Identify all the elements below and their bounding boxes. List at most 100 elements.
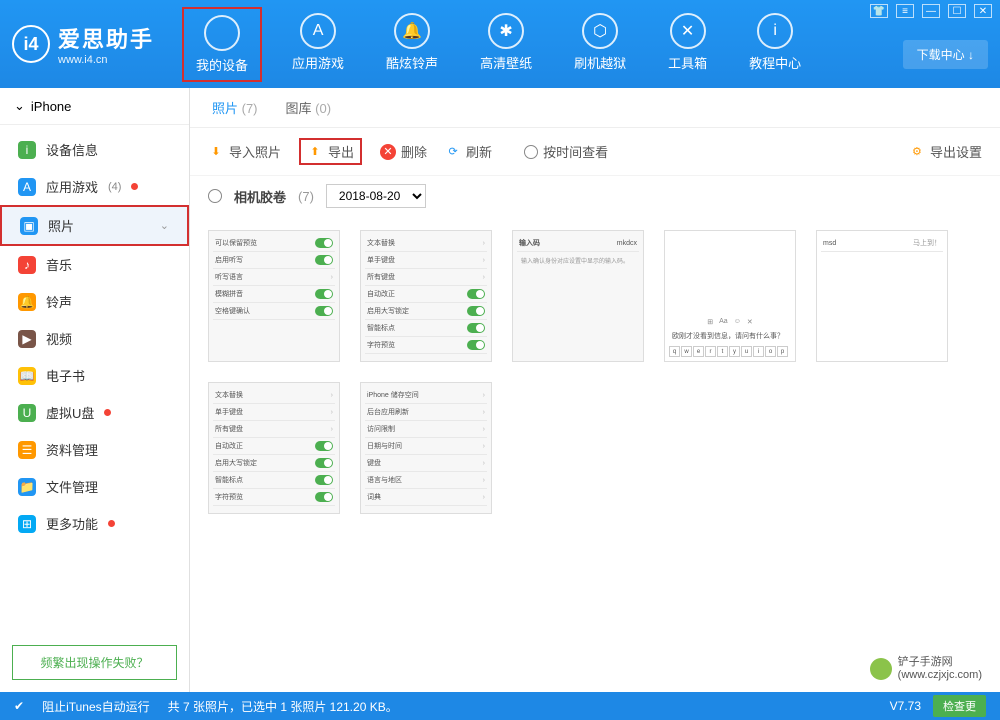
status-bar: ✔ 阻止iTunes自动运行 共 7 张照片，已选中 1 张照片 121.20 … (0, 692, 1000, 720)
nav-label: 应用游戏 (292, 53, 344, 72)
sidebar-icon: A (18, 178, 36, 196)
nav-icon: A (300, 13, 336, 49)
photo-thumb[interactable]: 文本替换›单手键盘›所有键盘›自动改正启用大写锁定智能标点字符预览 (208, 382, 340, 514)
delete-label: 删除 (401, 142, 427, 161)
close-button[interactable]: ✕ (974, 4, 992, 18)
nav-icon (204, 15, 240, 51)
nav-icon: ✱ (488, 13, 524, 49)
sidebar-item-应用游戏[interactable]: A 应用游戏 (4) (0, 168, 189, 205)
download-center-button[interactable]: 下载中心 ↓ (903, 40, 988, 69)
device-name: iPhone (31, 99, 71, 114)
sidebar-item-虚拟U盘[interactable]: U 虚拟U盘 (0, 394, 189, 431)
export-icon: ⬆ (307, 144, 323, 160)
sidebar-icon: ▶ (18, 330, 36, 348)
main-nav: 我的设备 A 应用游戏 🔔酷炫铃声 ✱ 高清壁纸 ⬡刷机越狱 ✕工具箱 i教程中心 (182, 7, 813, 82)
refresh-label: 刷新 (466, 142, 492, 161)
version-label: V7.73 (890, 699, 921, 713)
sidebar-label: 电子书 (46, 366, 85, 385)
window-controls: 👕 ≡ — ☐ ✕ (870, 4, 992, 18)
sidebar-label: 更多功能 (46, 514, 98, 533)
nav-label: 刷机越狱 (574, 53, 626, 72)
import-photos-button[interactable]: ⬇ 导入照片 (208, 142, 281, 161)
sidebar-label: 应用游戏 (46, 177, 98, 196)
sidebar-icon: ▣ (20, 217, 38, 235)
sidebar-icon: ⊞ (18, 515, 36, 533)
maximize-button[interactable]: ☐ (948, 4, 966, 18)
operation-fail-help-button[interactable]: 频繁出现操作失败？ (12, 645, 177, 680)
nav-我的设备[interactable]: 我的设备 (182, 7, 262, 82)
sidebar-item-文件管理[interactable]: 📁 文件管理 (0, 468, 189, 505)
delete-button[interactable]: ✕ 删除 (380, 142, 427, 161)
nav-label: 我的设备 (196, 55, 248, 74)
nav-label: 高清壁纸 (480, 53, 532, 72)
chevron-down-icon: ⌄ (14, 98, 25, 114)
sidebar-label: 文件管理 (46, 477, 98, 496)
sidebar-item-设备信息[interactable]: i设备信息 (0, 131, 189, 168)
device-selector[interactable]: ⌄ iPhone (0, 88, 189, 125)
shirt-icon[interactable]: 👕 (870, 4, 888, 18)
count-badge: (4) (108, 181, 121, 193)
export-settings-label: 导出设置 (930, 142, 982, 161)
photo-thumb[interactable]: ⊞Aa☺✕ 欧刚才没看到信息，请问有什么事？ qwertyuiop (664, 230, 796, 362)
sidebar-icon: ♪ (18, 256, 36, 274)
nav-应用游戏[interactable]: A 应用游戏 (280, 7, 356, 82)
watermark: 铲子手游网 (www.czjxjc.com) (862, 652, 990, 686)
refresh-button[interactable]: ⟳ 刷新 (445, 142, 492, 161)
photo-thumb[interactable]: 输入码mkdcx 输入确认身份对应设置中显示的输入码。 (512, 230, 644, 362)
sidebar-item-电子书[interactable]: 📖 电子书 (0, 357, 189, 394)
nav-刷机越狱[interactable]: ⬡刷机越狱 (562, 7, 638, 82)
tab-照片[interactable]: 照片 (7) (212, 98, 258, 117)
album-count: (7) (298, 189, 314, 204)
by-time-label: 按时间查看 (543, 142, 608, 161)
sidebar-label: 视频 (46, 329, 72, 348)
export-button[interactable]: ⬆ 导出 (299, 138, 362, 165)
sidebar-list: i设备信息 A 应用游戏 (4) ▣照片⌄ ♪ 音乐 🔔铃声 ▶ 视频 📖 电子书 U 虚拟U盘 ☰资料管理… (0, 125, 189, 633)
sidebar-item-更多功能[interactable]: ⊞ 更多功能 (0, 505, 189, 542)
sidebar-item-资料管理[interactable]: ☰资料管理 (0, 431, 189, 468)
watermark-text: 铲子手游网 (www.czjxjc.com) (898, 656, 982, 682)
notification-dot (131, 183, 138, 190)
nav-工具箱[interactable]: ✕工具箱 (656, 7, 719, 82)
app-url: www.i4.cn (58, 54, 154, 66)
menu-icon[interactable]: ≡ (896, 4, 914, 18)
filter-row: 相机胶卷 (7) 2018-08-20 (190, 176, 1000, 216)
photo-thumb[interactable]: 可以保留预览启用听写听写语言›模糊拼音空格键确认 (208, 230, 340, 362)
app-title: 爱思助手 (58, 22, 154, 54)
photo-thumb[interactable]: msd马上到！ (816, 230, 948, 362)
delete-icon: ✕ (380, 144, 396, 160)
app-header: 👕 ≡ — ☐ ✕ i4 爱思助手 www.i4.cn 我的设备 A 应用游戏 🔔酷炫… (0, 0, 1000, 88)
export-label: 导出 (328, 142, 354, 161)
sidebar-label: 虚拟U盘 (46, 403, 94, 422)
photo-thumb[interactable]: 文本替换›单手键盘›所有键盘›自动改正启用大写锁定智能标点字符预览 (360, 230, 492, 362)
sidebar-icon: 📖 (18, 367, 36, 385)
itunes-block-toggle[interactable]: 阻止iTunes自动运行 (42, 698, 150, 715)
nav-高清壁纸[interactable]: ✱ 高清壁纸 (468, 7, 544, 82)
view-by-time-button[interactable]: 按时间查看 (524, 142, 608, 161)
import-icon: ⬇ (208, 144, 224, 160)
toolbar: ⬇ 导入照片 ⬆ 导出 ✕ 删除 ⟳ 刷新 按时间查看 ⚙ 导出设置 (190, 128, 1000, 176)
nav-icon: 🔔 (394, 13, 430, 49)
sidebar-label: 音乐 (46, 255, 72, 274)
sidebar-icon: 📁 (18, 478, 36, 496)
notification-dot (104, 409, 111, 416)
date-filter-select[interactable]: 2018-08-20 (326, 184, 426, 208)
album-radio[interactable] (208, 189, 222, 203)
sidebar-item-照片[interactable]: ▣照片⌄ (0, 205, 189, 246)
sidebar-item-铃声[interactable]: 🔔铃声 (0, 283, 189, 320)
minimize-button[interactable]: — (922, 4, 940, 18)
status-info: 共 7 张照片，已选中 1 张照片 121.20 KB。 (168, 698, 398, 715)
export-settings-button[interactable]: ⚙ 导出设置 (909, 142, 982, 161)
sidebar-item-视频[interactable]: ▶ 视频 (0, 320, 189, 357)
logo-icon: i4 (12, 25, 50, 63)
nav-教程中心[interactable]: i教程中心 (737, 7, 813, 82)
gear-icon: ⚙ (909, 144, 925, 160)
sidebar-label: 资料管理 (46, 440, 98, 459)
logo-area: i4 爱思助手 www.i4.cn (12, 22, 154, 66)
check-update-button[interactable]: 检查更 (933, 695, 986, 717)
tab-图库[interactable]: 图库 (0) (286, 98, 332, 117)
sidebar-item-音乐[interactable]: ♪ 音乐 (0, 246, 189, 283)
nav-酷炫铃声[interactable]: 🔔酷炫铃声 (374, 7, 450, 82)
nav-label: 工具箱 (668, 53, 707, 72)
photo-thumb[interactable]: iPhone 储存空间›后台应用刷新›访问限制›日期与时间›键盘›语言与地区›词… (360, 382, 492, 514)
sidebar-icon: U (18, 404, 36, 422)
